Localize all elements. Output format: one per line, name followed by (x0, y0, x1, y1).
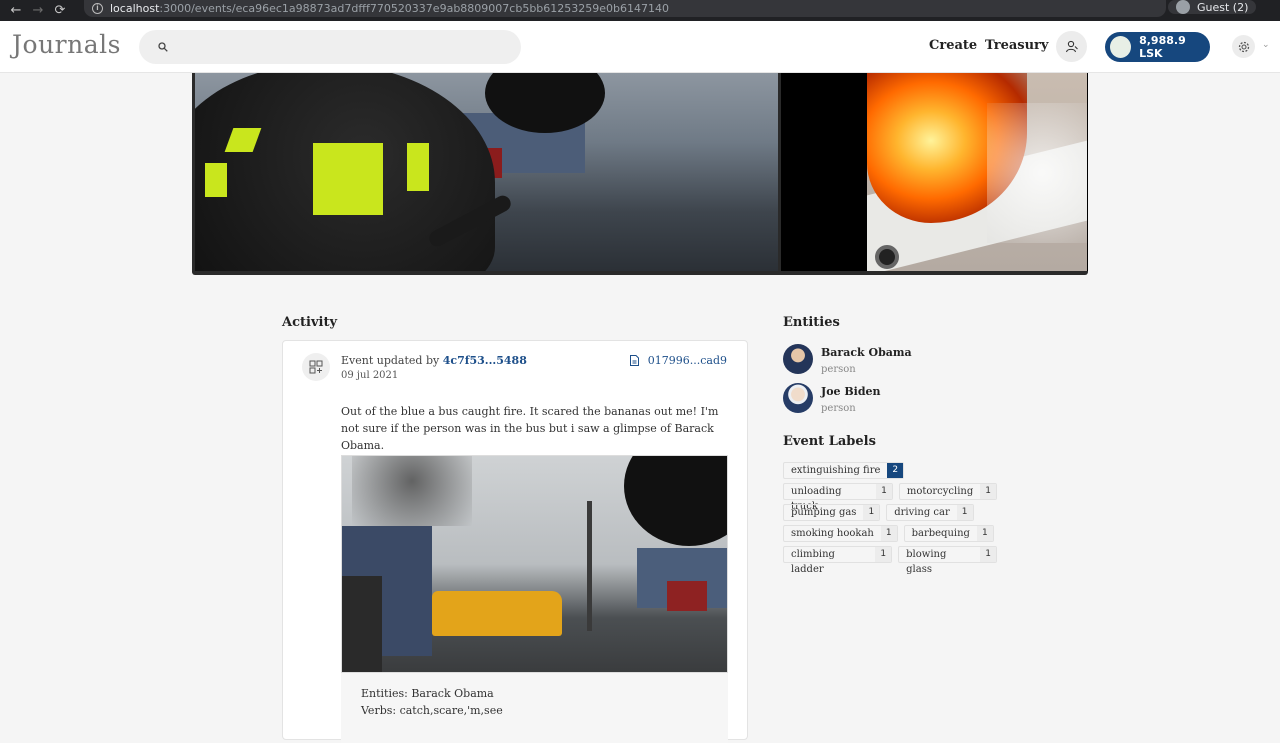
video-frame-helmet-cam (195, 73, 778, 271)
label-chip[interactable]: smoking hookah 1 (783, 525, 898, 542)
address-bar[interactable]: i localhost:3000/events/eca96ec1a98873ad… (84, 0, 1166, 17)
label-count: 1 (980, 547, 996, 562)
label-text: motorcycling (906, 486, 974, 497)
label-text: smoking hookah (791, 528, 874, 539)
caption-entities: Entities: Barack Obama (361, 687, 494, 700)
event-date: 09 jul 2021 (341, 370, 399, 381)
site-info-icon[interactable]: i (92, 3, 103, 14)
label-chip[interactable]: pumping gas 1 (783, 504, 881, 521)
label-count: 1 (980, 484, 996, 499)
author-link[interactable]: 4c7f53...5488 (443, 354, 527, 367)
label-text: pumping gas (791, 507, 857, 518)
entity-item[interactable]: Barack Obama person (783, 344, 912, 375)
avatar-icon (1176, 0, 1190, 14)
video-frame-burning-bus (781, 73, 1088, 271)
label-text: climbing ladder (791, 549, 835, 575)
user-icon (1065, 40, 1078, 53)
event-update-icon (302, 353, 330, 381)
logo[interactable]: Journals (12, 30, 121, 59)
activity-heading: Activity (282, 315, 337, 330)
entity-type: person (821, 403, 856, 414)
media-caption: Entities: Barack Obama Verbs: catch,scar… (341, 673, 728, 743)
settings-button[interactable] (1232, 35, 1255, 58)
entity-name: Barack Obama (821, 346, 912, 359)
entity-item[interactable]: Joe Biden person (783, 383, 881, 414)
search-input[interactable] (179, 37, 509, 57)
label-count: 1 (956, 505, 973, 520)
label-text: unloading truck (791, 486, 842, 512)
transaction-hash-link[interactable]: 017996...cad9 (629, 354, 727, 367)
user-button[interactable] (1056, 31, 1087, 62)
label-chip[interactable]: unloading truck 1 (783, 483, 893, 512)
event-labels-list: extinguishing fire 2 unloading truck 1 mot… (783, 462, 1003, 575)
label-chip[interactable]: climbing ladder 1 (783, 546, 893, 575)
wallet-balance-button[interactable]: 8,988.9 LSK (1105, 32, 1210, 62)
document-icon (629, 355, 639, 366)
reload-icon[interactable]: ⟳ (49, 3, 71, 18)
caption-verbs: Verbs: catch,scare,'m,see (361, 704, 503, 717)
label-chip[interactable]: extinguishing fire 2 (783, 462, 905, 479)
event-labels-heading: Event Labels (783, 434, 876, 449)
gear-icon (1238, 41, 1249, 52)
event-update-line: Event updated by 4c7f53...5488 (341, 354, 527, 367)
label-chip[interactable]: barbequing 1 (903, 525, 994, 542)
label-text: driving car (894, 507, 950, 518)
chevron-down-icon[interactable]: ⌄ (1262, 40, 1270, 50)
entity-name: Joe Biden (821, 385, 881, 398)
profile-label: Guest (2) (1197, 0, 1249, 14)
hash-text: 017996...cad9 (647, 354, 727, 367)
app-header: Journals Create Treasury 8,988.9 LSK ⌄ (0, 21, 1280, 73)
label-count: 1 (876, 484, 892, 499)
back-icon[interactable]: ← (5, 3, 27, 18)
label-count: 1 (875, 547, 892, 562)
event-video-thumbnail[interactable] (341, 455, 728, 673)
event-description: Out of the blue a bus caught fire. It sc… (341, 405, 719, 452)
label-count: 1 (976, 526, 993, 541)
label-count: 2 (887, 463, 904, 478)
browser-toolbar: ← → ⟳ i localhost:3000/events/eca96ec1a9… (0, 0, 1280, 21)
treasury-link[interactable]: Treasury (985, 38, 1048, 53)
label-count: 1 (863, 505, 880, 520)
search-icon (158, 42, 168, 52)
label-count: 1 (880, 526, 897, 541)
event-video-banner[interactable] (192, 73, 1088, 275)
activity-card: Event updated by 4c7f53...5488 09 jul 20… (282, 340, 748, 743)
entities-heading: Entities (783, 315, 840, 330)
label-text: extinguishing fire (791, 465, 881, 476)
balance-amount: 8,988.9 LSK (1139, 34, 1186, 60)
label-chip[interactable]: blowing glass 1 (898, 546, 997, 575)
entity-type: person (821, 364, 856, 375)
create-link[interactable]: Create (929, 38, 977, 53)
search-bar[interactable] (139, 30, 521, 64)
label-chip[interactable]: motorcycling 1 (898, 483, 997, 500)
url-text: localhost:3000/events/eca96ec1a98873ad7d… (110, 2, 670, 15)
label-text: blowing glass (906, 549, 947, 575)
forward-icon[interactable]: → (27, 3, 49, 18)
avatar (783, 344, 813, 374)
avatar (783, 383, 813, 413)
token-icon (1110, 36, 1132, 58)
label-chip[interactable]: driving car 1 (886, 504, 974, 521)
label-text: barbequing (911, 528, 970, 539)
profile-button[interactable]: Guest (2) (1168, 0, 1257, 14)
